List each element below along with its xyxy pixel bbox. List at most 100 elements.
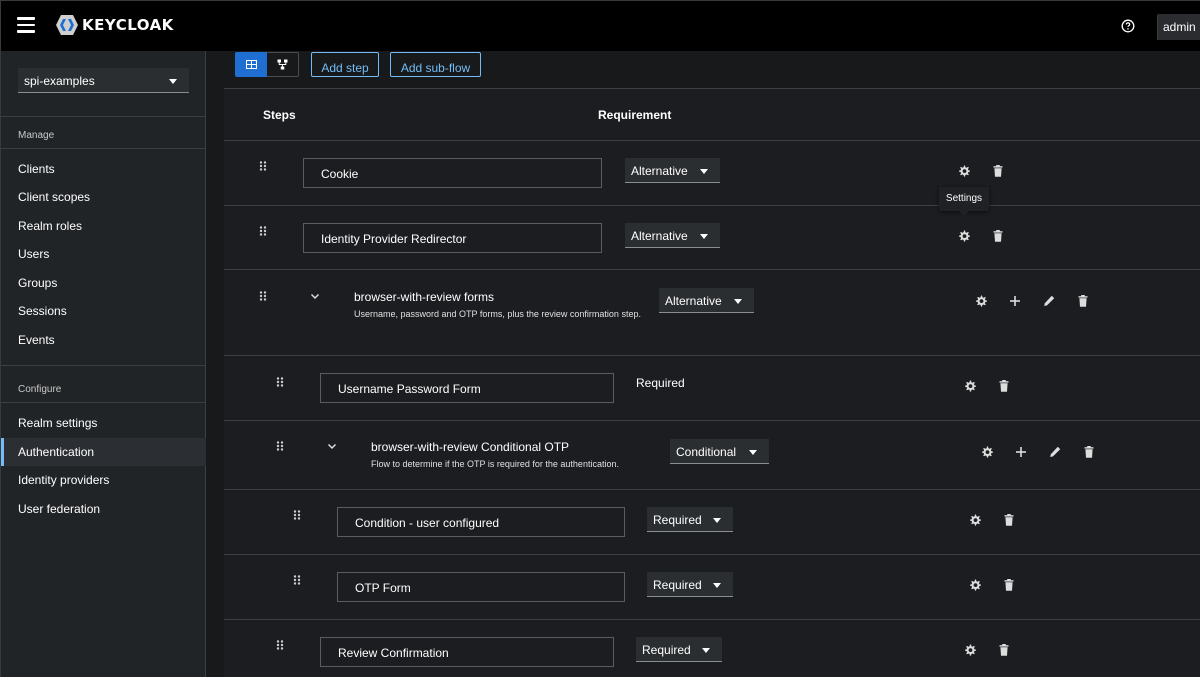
trash-icon[interactable] <box>1002 578 1016 592</box>
requirement-select[interactable]: Required <box>636 637 722 662</box>
trash-icon[interactable] <box>1002 513 1016 527</box>
drag-handle-icon[interactable] <box>276 377 284 387</box>
sidebar-divider <box>1 116 206 117</box>
diagram-view-icon <box>277 59 288 70</box>
drag-handle-icon[interactable] <box>293 510 301 520</box>
requirement-value: Required <box>653 513 702 527</box>
table-row: browser-with-review Conditional OTP Flow… <box>224 421 1200 490</box>
pencil-icon[interactable] <box>1048 445 1062 459</box>
chevron-down-icon[interactable] <box>310 293 320 300</box>
drag-handle-icon[interactable] <box>259 161 267 171</box>
requirement-select[interactable]: Alternative <box>625 158 720 183</box>
gear-icon[interactable] <box>980 445 994 459</box>
trash-icon[interactable] <box>991 229 1005 243</box>
table-view-icon <box>245 60 257 69</box>
sidebar-item-events[interactable]: Events <box>1 326 206 354</box>
main-content: Add step Add sub-flow Steps Requirement … <box>206 51 1200 677</box>
table-row: OTP Form Required <box>224 555 1200 620</box>
table-view-button[interactable] <box>235 52 267 77</box>
plus-icon[interactable] <box>1008 294 1022 308</box>
sidebar-divider <box>1 148 206 149</box>
step-name: Review Confirmation <box>320 637 614 667</box>
sidebar-item-sessions[interactable]: Sessions <box>1 297 206 325</box>
gear-icon[interactable] <box>963 379 977 393</box>
caret-down-icon <box>734 299 742 304</box>
sidebar-item-users[interactable]: Users <box>1 240 206 268</box>
sidebar-item-authentication[interactable]: Authentication <box>1 438 206 466</box>
subflow-name: browser-with-review Conditional OTP <box>371 440 570 454</box>
requirement-select[interactable]: Alternative <box>625 223 720 248</box>
add-subflow-button[interactable]: Add sub-flow <box>390 52 481 77</box>
step-name: Identity Provider Redirector <box>303 223 602 253</box>
section-title-manage: Manage <box>18 130 55 141</box>
hamburger-menu-icon[interactable] <box>17 17 35 33</box>
caret-down-icon <box>749 450 757 455</box>
pencil-icon[interactable] <box>1042 294 1056 308</box>
add-step-button[interactable]: Add step <box>311 52 379 77</box>
sidebar-item-user-federation[interactable]: User federation <box>1 495 206 523</box>
caret-down-icon <box>713 583 721 588</box>
drag-handle-icon[interactable] <box>276 441 284 451</box>
masthead: KEYCLOAK admin <box>0 0 1200 51</box>
sidebar-item-groups[interactable]: Groups <box>1 269 206 297</box>
step-name: OTP Form <box>337 572 625 602</box>
realm-selector[interactable]: spi-examples <box>18 68 189 93</box>
chevron-down-icon[interactable] <box>327 443 337 450</box>
flow-steps-table: Steps Requirement Cookie Alternative Ide… <box>224 88 1200 677</box>
caret-down-icon <box>702 648 710 653</box>
gear-icon[interactable] <box>957 164 971 178</box>
table-row: Condition - user configured Required <box>224 490 1200 555</box>
requirement-select[interactable]: Required <box>647 572 733 597</box>
table-row: Cookie Alternative <box>224 141 1200 206</box>
trash-icon[interactable] <box>997 643 1011 657</box>
step-name: Cookie <box>303 158 602 188</box>
sidebar-item-client-scopes[interactable]: Client scopes <box>1 183 206 211</box>
realm-name: spi-examples <box>24 74 95 88</box>
table-row: Username Password Form Required <box>224 356 1200 421</box>
requirement-select[interactable]: Alternative <box>659 288 754 313</box>
table-header: Steps Requirement <box>224 89 1200 141</box>
drag-handle-icon[interactable] <box>293 575 301 585</box>
step-name: Username Password Form <box>320 373 614 403</box>
gear-icon[interactable] <box>957 229 971 243</box>
requirement-select[interactable]: Required <box>647 507 733 532</box>
requirement-value: Required <box>642 643 691 657</box>
gear-icon[interactable] <box>974 294 988 308</box>
trash-icon[interactable] <box>997 379 1011 393</box>
drag-handle-icon[interactable] <box>259 226 267 236</box>
drag-handle-icon[interactable] <box>259 291 267 301</box>
help-circle-icon[interactable] <box>1121 19 1135 33</box>
requirement-value: Alternative <box>631 164 688 178</box>
caret-down-icon <box>713 518 721 523</box>
sidebar-item-identity-providers[interactable]: Identity providers <box>1 466 206 494</box>
caret-down-icon <box>700 234 708 239</box>
diagram-view-button[interactable] <box>267 52 299 77</box>
column-header-steps: Steps <box>263 108 296 122</box>
sidebar-divider <box>1 402 206 403</box>
plus-icon[interactable] <box>1014 445 1028 459</box>
keycloak-logo-icon <box>56 15 78 35</box>
gear-icon[interactable] <box>968 578 982 592</box>
brand-logo[interactable]: KEYCLOAK <box>55 13 174 37</box>
requirement-text: Required <box>636 376 685 390</box>
user-menu-button[interactable]: admin <box>1157 14 1200 40</box>
gear-icon[interactable] <box>963 643 977 657</box>
trash-icon[interactable] <box>991 164 1005 178</box>
caret-down-icon <box>169 79 177 84</box>
requirement-select[interactable]: Conditional <box>670 439 769 464</box>
column-header-requirement: Requirement <box>598 108 672 122</box>
settings-tooltip: Settings <box>939 187 989 216</box>
gear-icon[interactable] <box>968 513 982 527</box>
view-toggle <box>235 52 299 77</box>
sidebar-divider <box>1 365 206 366</box>
table-row: Review Confirmation Required <box>224 620 1200 677</box>
sidebar-item-clients[interactable]: Clients <box>1 155 206 183</box>
table-row: browser-with-review forms Username, pass… <box>224 270 1200 356</box>
trash-icon[interactable] <box>1082 445 1096 459</box>
subflow-description: Username, password and OTP forms, plus t… <box>354 309 641 319</box>
subflow-name: browser-with-review forms <box>354 290 495 304</box>
sidebar-item-realm-settings[interactable]: Realm settings <box>1 409 206 437</box>
sidebar-item-realm-roles[interactable]: Realm roles <box>1 212 206 240</box>
drag-handle-icon[interactable] <box>276 640 284 650</box>
trash-icon[interactable] <box>1076 294 1090 308</box>
